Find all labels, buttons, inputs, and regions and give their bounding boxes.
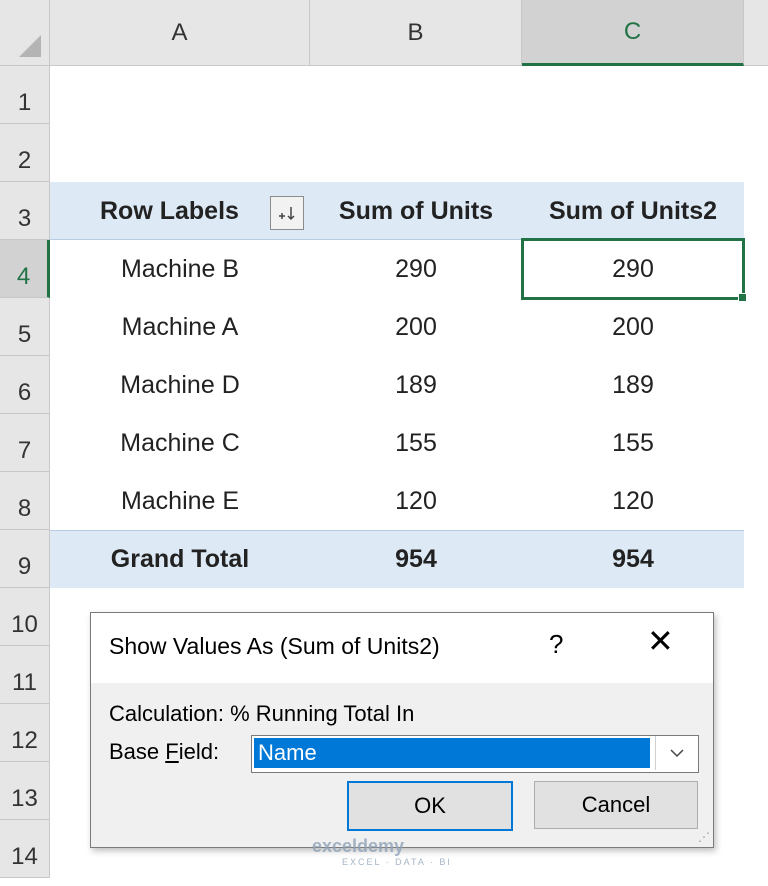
row-header-1[interactable]: 1 [0, 66, 50, 124]
row-header-3[interactable]: 3 [0, 182, 50, 240]
row-header-8[interactable]: 8 [0, 472, 50, 530]
watermark-tagline: EXCEL · DATA · BI [342, 857, 452, 867]
pivot-value-b[interactable]: 120 [310, 472, 522, 530]
base-field-label-pre: Base [109, 739, 166, 764]
watermark-logo: exceldemy EXCEL · DATA · BI [312, 836, 452, 867]
pivot-value-b[interactable]: 189 [310, 356, 522, 414]
column-header-overflow [744, 0, 768, 66]
pivot-sum-of-units2-header: Sum of Units2 [548, 196, 718, 225]
column-header-b[interactable]: B [310, 0, 522, 66]
select-all-triangle-icon [19, 35, 41, 57]
row-header-14[interactable]: 14 [0, 820, 50, 878]
pivot-value-c[interactable]: 120 [522, 472, 744, 530]
watermark-name: exceldemy [312, 836, 405, 856]
pivot-value-b[interactable]: 290 [310, 240, 522, 298]
pivot-value-c[interactable]: 155 [522, 414, 744, 472]
row-header-11[interactable]: 11 [0, 646, 50, 704]
fill-handle[interactable] [738, 293, 747, 302]
base-field-dropdown[interactable]: Name [251, 735, 699, 773]
column-header-a[interactable]: A [50, 0, 310, 66]
dialog-title: Show Values As (Sum of Units2) [109, 633, 440, 659]
select-all-corner[interactable] [0, 0, 50, 66]
row-header-5[interactable]: 5 [0, 298, 50, 356]
pivot-value-b[interactable]: 155 [310, 414, 522, 472]
row-header-13[interactable]: 13 [0, 762, 50, 820]
ok-button[interactable]: OK [347, 781, 513, 831]
sort-descending-filter-icon[interactable] [270, 196, 304, 230]
pivot-value-c[interactable]: 189 [522, 356, 744, 414]
base-field-label-accelerator: F [165, 739, 179, 764]
pivot-row-label[interactable]: Machine D [50, 356, 310, 414]
pivot-grand-total-label[interactable]: Grand Total [50, 530, 310, 588]
pivot-row-label[interactable]: Machine C [50, 414, 310, 472]
pivot-sum-of-units-header: Sum of Units [338, 196, 494, 225]
pivot-grand-total-b[interactable]: 954 [310, 530, 522, 588]
pivot-row-label[interactable]: Machine B [50, 240, 310, 298]
row-header-12[interactable]: 12 [0, 704, 50, 762]
cancel-button[interactable]: Cancel [534, 781, 698, 829]
pivot-value-b[interactable]: 200 [310, 298, 522, 356]
pivot-row-labels-header: Row Labels [100, 196, 239, 225]
row-header-6[interactable]: 6 [0, 356, 50, 414]
pivot-grand-total-c[interactable]: 954 [522, 530, 744, 588]
pivot-row-label[interactable]: Machine E [50, 472, 310, 530]
dialog-titlebar[interactable]: Show Values As (Sum of Units2) ? ✕ [91, 613, 713, 683]
show-values-as-dialog: Show Values As (Sum of Units2) ? ✕ Calcu… [90, 612, 714, 848]
row-header-9[interactable]: 9 [0, 530, 50, 588]
pivot-row-label[interactable]: Machine A [50, 298, 310, 356]
active-cell-selection [521, 238, 745, 300]
help-icon[interactable]: ? [549, 629, 563, 660]
row-header-7[interactable]: 7 [0, 414, 50, 472]
base-field-selected-value[interactable]: Name [254, 738, 650, 768]
row-header-2[interactable]: 2 [0, 124, 50, 182]
chevron-down-icon[interactable] [655, 736, 698, 770]
column-header-c[interactable]: C [522, 0, 744, 66]
pivot-value-c[interactable]: 200 [522, 298, 744, 356]
row-header-4[interactable]: 4 [0, 240, 50, 298]
resize-grip-icon[interactable]: ⋰ [698, 830, 710, 844]
row-header-10[interactable]: 10 [0, 588, 50, 646]
calculation-label: Calculation: % Running Total In [109, 701, 415, 726]
base-field-label-post: ield: [178, 739, 220, 764]
close-icon[interactable]: ✕ [647, 625, 674, 657]
base-field-label: Base Field: [109, 739, 219, 765]
